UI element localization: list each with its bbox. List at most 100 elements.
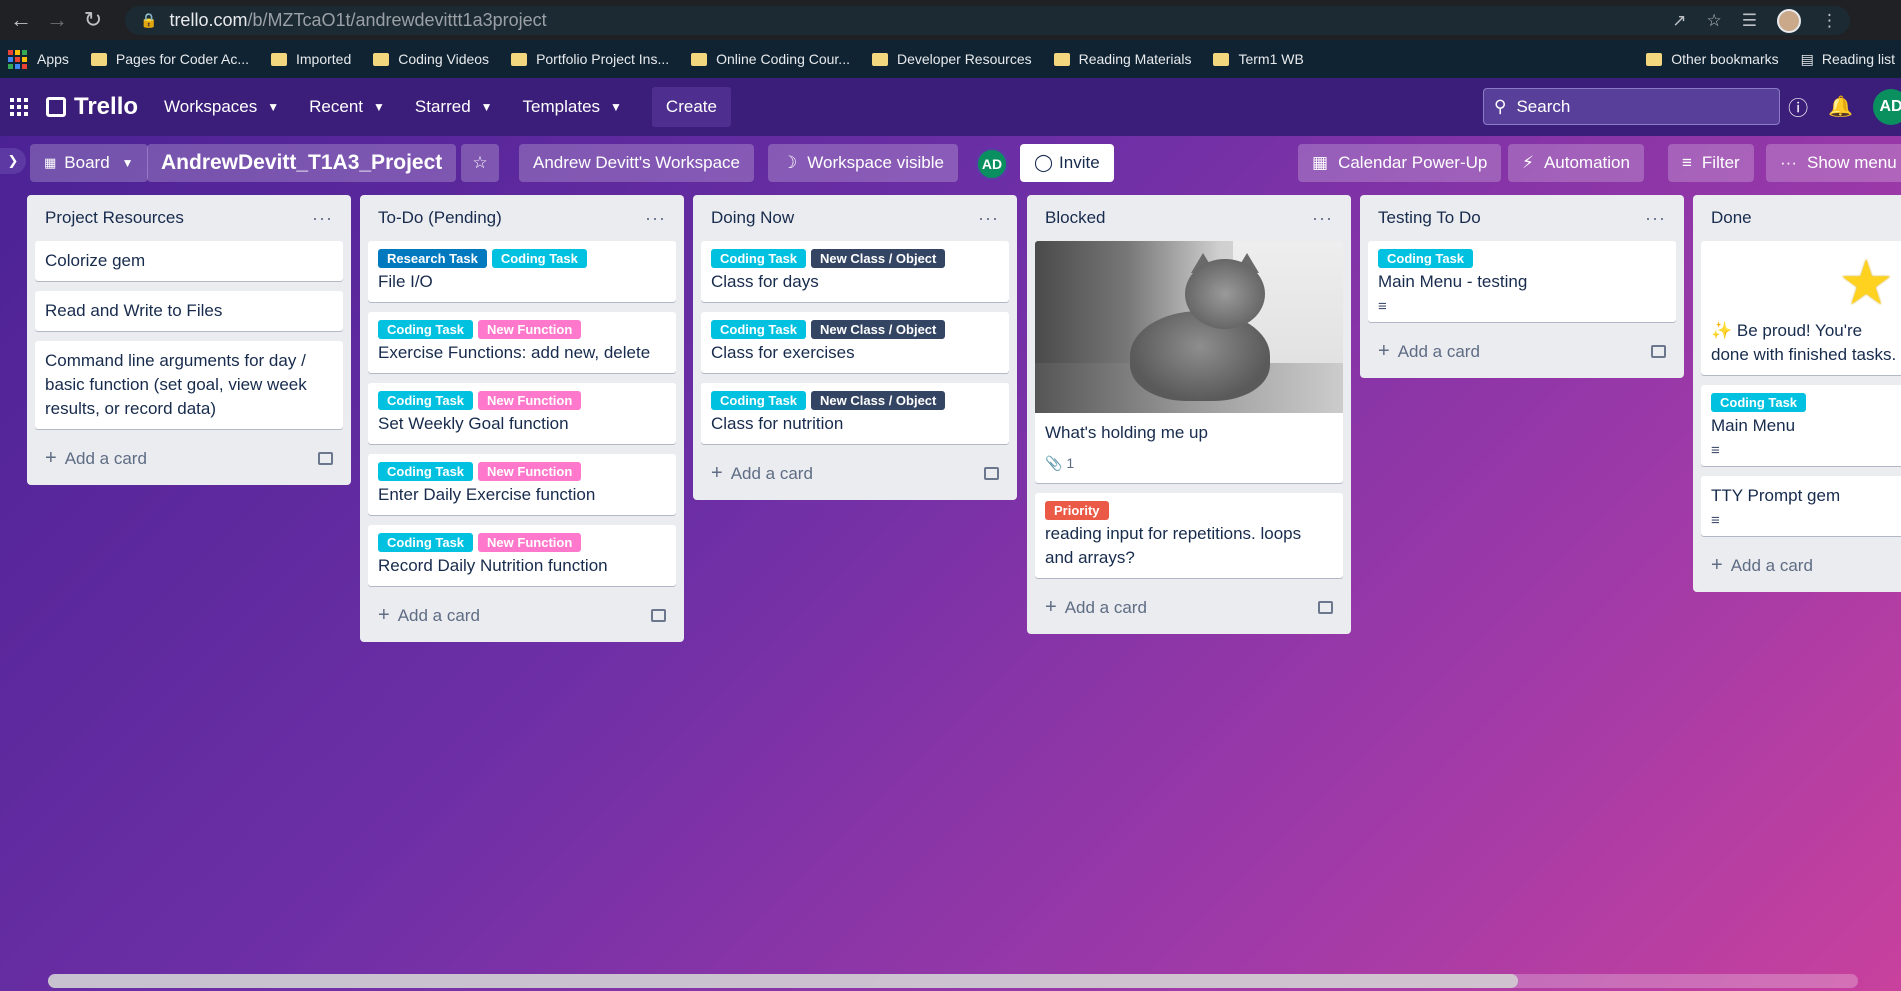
label-coding-task[interactable]: Coding Task [1378,249,1474,268]
list-title[interactable]: Blocked [1045,208,1105,228]
label-coding-task[interactable]: Coding Task [711,249,807,268]
list-title[interactable]: To-Do (Pending) [378,208,502,228]
calendar-powerup-button[interactable]: ▦ Calendar Power-Up [1298,144,1502,182]
reload-icon[interactable]: ↻ [78,5,108,35]
card-template-icon[interactable] [1651,344,1666,358]
card[interactable]: Command line arguments for day / basic f… [35,341,343,429]
label-coding-task[interactable]: Coding Task [1711,393,1807,412]
bookmark-item[interactable]: Coding Videos [373,51,489,67]
address-bar[interactable]: 🔒 trello.com/b/MZTcaO1t/andrewdevittt1a3… [125,6,1850,35]
back-icon[interactable]: ← [6,5,36,35]
card[interactable]: Coding Task Main Menu ≡ [1701,385,1901,466]
card-template-icon[interactable] [984,466,999,480]
browser-menu-icon[interactable]: ⋮ [1821,11,1838,31]
card[interactable]: Coding Task New Function Set Weekly Goal … [368,383,676,444]
card[interactable]: Coding Task New Class / Object Class for … [701,383,1009,444]
create-button[interactable]: Create [651,87,731,127]
bookmark-item[interactable]: Term1 WB [1213,51,1304,67]
info-icon[interactable]: ⓘ [1788,92,1808,121]
card[interactable]: TTY Prompt gem ≡ [1701,476,1901,536]
add-card-button[interactable]: + Add a card [1035,588,1343,626]
bookmark-item[interactable]: Portfolio Project Ins... [511,51,669,67]
bookmark-item[interactable]: Pages for Coder Ac... [90,51,249,67]
label-new-function[interactable]: New Function [478,462,582,481]
horizontal-scrollbar[interactable] [48,974,1858,988]
notifications-bell-icon[interactable]: 🔔 [1828,94,1853,119]
card[interactable]: Read and Write to Files [35,291,343,331]
board-member-avatar[interactable]: AD [976,148,1008,180]
list-title[interactable]: Doing Now [711,208,794,228]
list-title[interactable]: Done [1711,208,1752,228]
card[interactable]: Coding Task New Function Exercise Functio… [368,312,676,373]
label-new-function[interactable]: New Function [478,533,582,552]
label-new-class-object[interactable]: New Class / Object [811,249,946,268]
card[interactable]: Coding Task New Class / Object Class for … [701,312,1009,373]
board-view-switcher[interactable]: ▦ Board ▼ [30,144,148,182]
expand-sidebar-icon[interactable]: ❯ [0,148,26,174]
card-template-icon[interactable] [318,451,333,465]
media-icon[interactable]: ☰ [1742,11,1757,31]
bookmark-star-icon[interactable]: ☆ [1707,11,1722,31]
label-new-function[interactable]: New Function [478,391,582,410]
bookmark-apps[interactable]: Apps [8,49,69,69]
profile-avatar[interactable] [1777,8,1801,33]
automation-button[interactable]: ⚡ Automation [1508,144,1644,182]
label-coding-task[interactable]: Coding Task [378,320,474,339]
card-template-icon[interactable] [1318,600,1333,614]
nav-recent[interactable]: Recent ▼ [309,97,385,117]
workspace-button[interactable]: Andrew Devitt's Workspace [519,144,755,182]
list-menu-icon[interactable]: ··· [312,208,333,229]
card-template-icon[interactable] [651,608,666,622]
bookmark-item[interactable]: Online Coding Cour... [691,51,850,67]
add-card-button[interactable]: + Add a card [701,454,1009,492]
invite-button[interactable]: ◯ Invite [1020,144,1114,182]
add-card-button[interactable]: + Add a card [1368,332,1676,370]
bookmark-item[interactable]: Imported [271,51,351,67]
filter-button[interactable]: ≡ Filter [1668,144,1754,182]
add-card-button[interactable]: + Add a card [1701,546,1901,584]
bookmark-item[interactable]: Developer Resources [871,51,1032,67]
card[interactable]: Coding Task New Function Enter Daily Exer… [368,454,676,515]
forward-icon[interactable]: → [42,5,72,35]
list-menu-icon[interactable]: ··· [1312,208,1333,229]
list-menu-icon[interactable]: ··· [645,208,666,229]
add-card-button[interactable]: + Add a card [35,439,343,477]
star-board-icon[interactable]: ☆ [461,144,499,182]
label-coding-task[interactable]: Coding Task [378,533,474,552]
label-new-class-object[interactable]: New Class / Object [811,391,946,410]
card[interactable]: Research Task Coding Task File I/O [368,241,676,302]
label-coding-task[interactable]: Coding Task [711,320,807,339]
label-coding-task[interactable]: Coding Task [378,391,474,410]
card[interactable]: Coding Task New Class / Object Class for … [701,241,1009,302]
card[interactable]: Coding Task Main Menu - testing ≡ [1368,241,1676,322]
label-research-task[interactable]: Research Task [378,249,487,268]
label-coding-task[interactable]: Coding Task [711,391,807,410]
trello-logo[interactable]: Trello [46,93,138,121]
board-title[interactable]: AndrewDevitt_T1A3_Project [147,144,457,182]
member-avatar[interactable]: AD [1873,88,1901,125]
scrollbar-thumb[interactable] [48,974,1518,988]
add-card-button[interactable]: + Add a card [368,596,676,634]
label-priority[interactable]: Priority [1045,501,1109,520]
app-switcher-icon[interactable] [10,98,28,116]
nav-starred[interactable]: Starred ▼ [415,97,493,117]
bookmark-item[interactable]: Reading Materials [1053,51,1191,67]
search-input[interactable]: ⚲ Search [1483,88,1780,125]
label-new-function[interactable]: New Function [478,320,582,339]
card[interactable]: Priority reading input for repetitions. … [1035,493,1343,578]
label-coding-task[interactable]: Coding Task [491,249,587,268]
card[interactable]: ★ ✨ Be proud! You're done with finished … [1701,241,1901,375]
list-title[interactable]: Project Resources [45,208,184,228]
card[interactable]: Coding Task New Function Record Daily Nut… [368,525,676,586]
visibility-button[interactable]: ☽ Workspace visible [768,144,958,182]
share-icon[interactable]: ↗ [1672,11,1686,31]
list-menu-icon[interactable]: ··· [978,208,999,229]
list-menu-icon[interactable]: ··· [1645,208,1666,229]
nav-templates[interactable]: Templates ▼ [523,97,622,117]
label-coding-task[interactable]: Coding Task [378,462,474,481]
card[interactable]: What's holding me up 📎 1 [1035,241,1343,483]
other-bookmarks[interactable]: Other bookmarks [1646,51,1779,67]
nav-workspaces[interactable]: Workspaces ▼ [164,97,279,117]
label-new-class-object[interactable]: New Class / Object [811,320,946,339]
card[interactable]: Colorize gem [35,241,343,281]
